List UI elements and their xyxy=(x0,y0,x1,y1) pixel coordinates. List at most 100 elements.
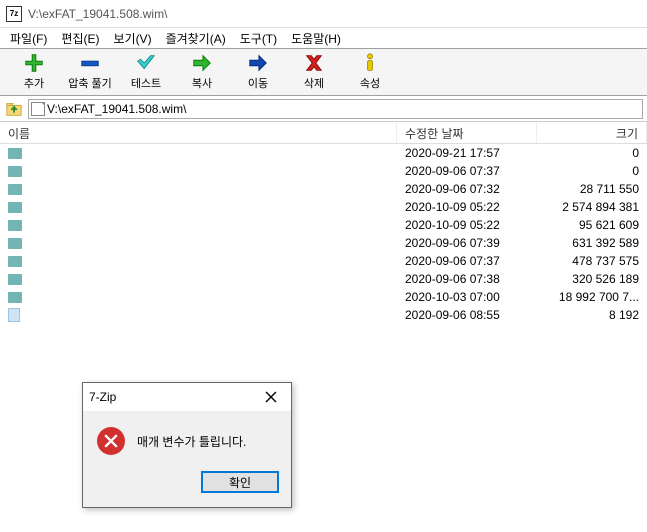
item-size: 478 737 575 xyxy=(537,254,647,268)
column-modified[interactable]: 수정한 날짜 xyxy=(397,122,537,143)
item-size: 2 574 894 381 xyxy=(537,200,647,214)
dialog-message: 매개 변수가 틀립니다. xyxy=(137,433,246,450)
column-name[interactable]: 이름 xyxy=(0,122,397,143)
list-item[interactable]: 2020-09-06 07:370 xyxy=(0,162,647,180)
move-label: 이동 xyxy=(248,75,268,91)
list-item[interactable]: 2020-10-09 05:2295 621 609 xyxy=(0,216,647,234)
delete-button[interactable]: 삭제 xyxy=(286,50,342,94)
arrow-right-blue-icon xyxy=(246,53,270,73)
menu-edit[interactable]: 편집(E) xyxy=(55,28,105,49)
item-name-cell xyxy=(0,238,397,249)
window-title: V:\exFAT_19041.508.wim\ xyxy=(28,7,167,21)
item-date: 2020-09-06 07:39 xyxy=(397,236,537,250)
error-icon xyxy=(97,427,125,455)
add-label: 추가 xyxy=(24,75,44,91)
item-date: 2020-10-09 05:22 xyxy=(397,200,537,214)
item-name-cell xyxy=(0,308,397,322)
delete-label: 삭제 xyxy=(304,75,324,91)
path-input-container xyxy=(28,99,643,119)
item-name-cell xyxy=(0,274,397,285)
item-size: 28 711 550 xyxy=(537,182,647,196)
menu-file[interactable]: 파일(F) xyxy=(4,28,53,49)
list-item[interactable]: 2020-09-06 07:3228 711 550 xyxy=(0,180,647,198)
dialog-body: 매개 변수가 틀립니다. xyxy=(83,411,291,465)
item-name-cell xyxy=(0,166,397,177)
folder-icon xyxy=(8,148,22,159)
toolbar: 추가 압축 풀기 테스트 복사 이동 삭제 속성 xyxy=(0,48,647,96)
item-date: 2020-09-06 07:37 xyxy=(397,254,537,268)
list-item[interactable]: 2020-09-06 07:39631 392 589 xyxy=(0,234,647,252)
item-name-cell xyxy=(0,256,397,267)
item-date: 2020-09-06 08:55 xyxy=(397,308,537,322)
extract-button[interactable]: 압축 풀기 xyxy=(62,50,118,94)
item-size: 0 xyxy=(537,164,647,178)
test-button[interactable]: 테스트 xyxy=(118,50,174,94)
folder-icon xyxy=(8,274,22,285)
item-date: 2020-09-06 07:38 xyxy=(397,272,537,286)
pathbar xyxy=(0,96,647,122)
item-date: 2020-10-03 07:00 xyxy=(397,290,537,304)
add-button[interactable]: 추가 xyxy=(6,50,62,94)
check-icon xyxy=(134,53,158,73)
x-icon xyxy=(302,53,326,73)
folder-icon xyxy=(8,238,22,249)
menu-view[interactable]: 보기(V) xyxy=(107,28,157,49)
item-size: 631 392 589 xyxy=(537,236,647,250)
window-titlebar: 7z V:\exFAT_19041.508.wim\ xyxy=(0,0,647,28)
info-button[interactable]: 속성 xyxy=(342,50,398,94)
dialog-titlebar[interactable]: 7-Zip xyxy=(83,383,291,411)
item-size: 95 621 609 xyxy=(537,218,647,232)
folder-icon xyxy=(8,184,22,195)
dialog-close-button[interactable] xyxy=(257,387,285,407)
test-label: 테스트 xyxy=(131,75,161,91)
list-header: 이름 수정한 날짜 크기 xyxy=(0,122,647,144)
folder-icon xyxy=(8,166,22,177)
folder-icon xyxy=(8,256,22,267)
item-date: 2020-10-09 05:22 xyxy=(397,218,537,232)
plus-icon xyxy=(22,53,46,73)
info-icon xyxy=(358,53,382,73)
item-date: 2020-09-06 07:37 xyxy=(397,164,537,178)
item-name-cell xyxy=(0,184,397,195)
app-icon: 7z xyxy=(6,6,22,22)
file-icon xyxy=(8,308,20,322)
copy-label: 복사 xyxy=(192,75,212,91)
list-item[interactable]: 2020-10-03 07:0018 992 700 7... xyxy=(0,288,647,306)
dialog-button-row: 확인 xyxy=(83,465,291,507)
item-size: 8 192 xyxy=(537,308,647,322)
menu-favorites[interactable]: 즐겨찾기(A) xyxy=(160,28,232,49)
copy-button[interactable]: 복사 xyxy=(174,50,230,94)
error-dialog: 7-Zip 매개 변수가 틀립니다. 확인 xyxy=(82,382,292,508)
folder-icon xyxy=(8,202,22,213)
list-item[interactable]: 2020-09-06 08:558 192 xyxy=(0,306,647,324)
minus-icon xyxy=(78,53,102,73)
dialog-ok-button[interactable]: 확인 xyxy=(201,471,279,493)
menu-help[interactable]: 도움말(H) xyxy=(285,28,347,49)
item-date: 2020-09-21 17:57 xyxy=(397,146,537,160)
menubar: 파일(F) 편집(E) 보기(V) 즐겨찾기(A) 도구(T) 도움말(H) xyxy=(0,28,647,48)
item-date: 2020-09-06 07:32 xyxy=(397,182,537,196)
list-item[interactable]: 2020-10-09 05:222 574 894 381 xyxy=(0,198,647,216)
list-item[interactable]: 2020-09-06 07:38320 526 189 xyxy=(0,270,647,288)
move-button[interactable]: 이동 xyxy=(230,50,286,94)
path-input[interactable] xyxy=(47,102,640,116)
list-item[interactable]: 2020-09-21 17:570 xyxy=(0,144,647,162)
item-name-cell xyxy=(0,202,397,213)
up-folder-button[interactable] xyxy=(4,99,24,119)
list-item[interactable]: 2020-09-06 07:37478 737 575 xyxy=(0,252,647,270)
item-size: 18 992 700 7... xyxy=(537,290,647,304)
folder-icon xyxy=(8,292,22,303)
file-list[interactable]: 2020-09-21 17:5702020-09-06 07:3702020-0… xyxy=(0,144,647,324)
info-label: 속성 xyxy=(360,75,380,91)
item-name-cell xyxy=(0,148,397,159)
arrow-right-green-icon xyxy=(190,53,214,73)
item-name-cell xyxy=(0,220,397,231)
column-size[interactable]: 크기 xyxy=(537,122,647,143)
folder-icon xyxy=(8,220,22,231)
extract-label: 압축 풀기 xyxy=(68,75,112,91)
item-name-cell xyxy=(0,292,397,303)
menu-tools[interactable]: 도구(T) xyxy=(234,28,283,49)
document-icon xyxy=(31,102,45,116)
item-size: 0 xyxy=(537,146,647,160)
dialog-title: 7-Zip xyxy=(89,390,116,404)
